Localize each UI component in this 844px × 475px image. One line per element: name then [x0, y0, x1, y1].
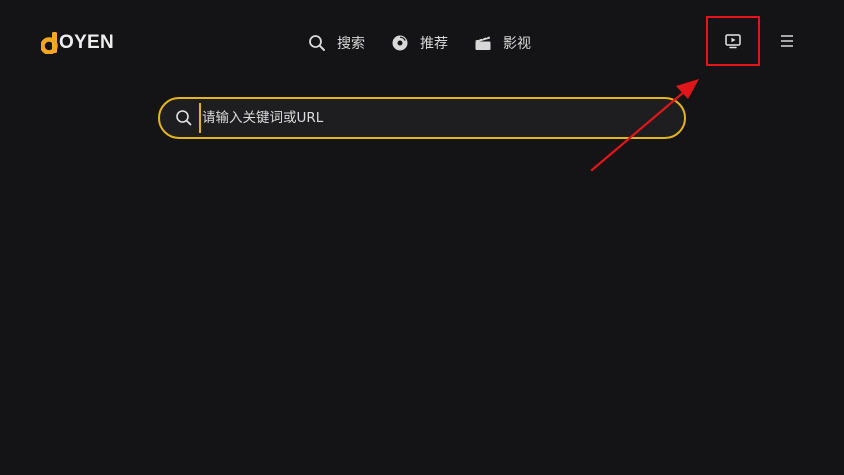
tv-play-button[interactable] [706, 16, 760, 66]
nav-item-recommend[interactable]: 推荐 [391, 33, 448, 53]
header-tools [706, 16, 794, 66]
search-bar [158, 97, 686, 139]
search-icon [309, 35, 325, 51]
main-nav: 搜索 推荐 影视 [308, 32, 531, 54]
nav-item-movies-label: 影视 [503, 36, 531, 52]
nav-item-search[interactable]: 搜索 [308, 33, 365, 53]
hamburger-menu-icon [781, 35, 793, 47]
logo-d-mark-icon [41, 32, 58, 54]
nav-item-search-label: 搜索 [337, 36, 365, 52]
logo-text: OYEN [59, 32, 115, 53]
film-clapper-icon [475, 35, 491, 50]
search-input[interactable] [199, 103, 684, 133]
nav-item-recommend-label: 推荐 [420, 36, 448, 52]
disc-icon [392, 35, 408, 51]
nav-item-movies[interactable]: 影视 [474, 33, 531, 53]
brand-logo[interactable]: OYEN [41, 31, 114, 55]
hamburger-menu-button[interactable] [780, 34, 794, 48]
search-icon[interactable] [175, 109, 193, 127]
app-header: OYEN 搜索 推荐 影视 [0, 0, 844, 86]
tv-play-icon [725, 33, 741, 48]
